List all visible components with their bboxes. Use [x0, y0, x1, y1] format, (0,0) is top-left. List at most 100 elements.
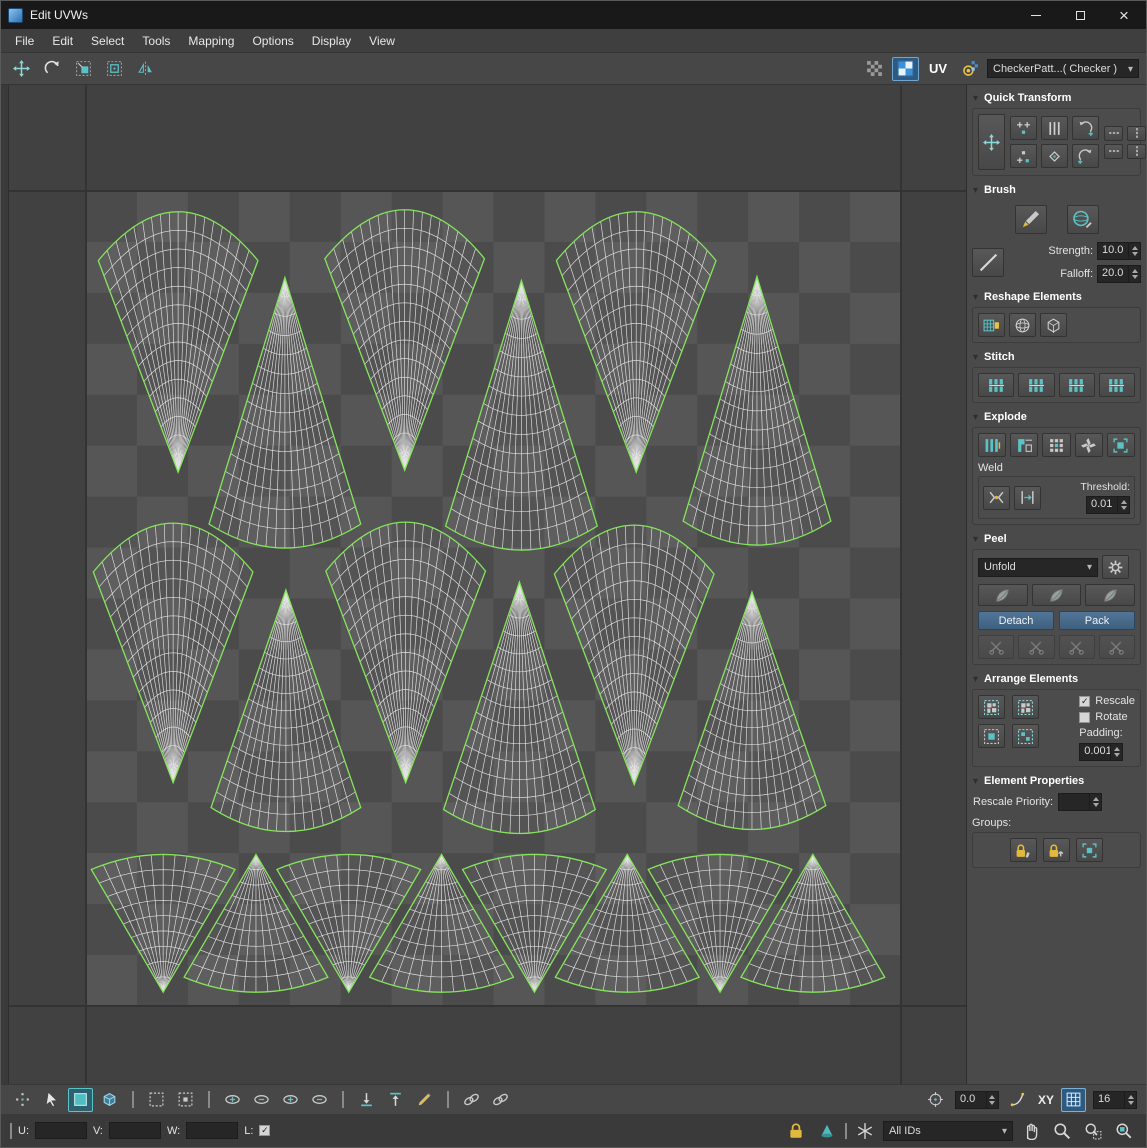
brush-header[interactable]: Brush — [972, 179, 1141, 200]
paint-brush-size-button[interactable] — [412, 1088, 437, 1112]
strength-spinner[interactable]: 10.0 — [1097, 242, 1141, 260]
uv-editor-canvas[interactable] — [9, 85, 966, 1084]
flatten-by-face-button[interactable] — [1042, 433, 1070, 457]
shrink-loop-button[interactable] — [249, 1088, 274, 1112]
reshape-elements-header[interactable]: Reshape Elements — [972, 286, 1141, 307]
rotate-checkbox[interactable] — [1079, 712, 1090, 723]
clear-seams-button[interactable] — [1099, 635, 1135, 659]
pick-texture-button[interactable] — [957, 57, 984, 81]
peel-mode-button[interactable] — [1032, 584, 1082, 606]
zoom-button[interactable] — [1049, 1118, 1075, 1144]
uv-island[interactable] — [326, 522, 486, 782]
freeform-tool-button[interactable] — [101, 57, 128, 81]
material-id-dropdown[interactable]: All IDs — [883, 1121, 1013, 1141]
select-group-button[interactable] — [1076, 838, 1103, 862]
rearrange-button[interactable] — [978, 724, 1005, 748]
rotate-cw-button[interactable] — [1072, 144, 1099, 168]
uv-island[interactable] — [325, 210, 485, 470]
falloff-curve-button[interactable] — [1006, 1088, 1031, 1112]
threshold-spinner[interactable]: 0.01 — [1086, 496, 1130, 514]
paint-select-add-button[interactable] — [354, 1088, 379, 1112]
pivot-center-button[interactable] — [923, 1088, 948, 1112]
move-selected-button[interactable] — [978, 114, 1005, 170]
element-subobject-button[interactable] — [97, 1088, 122, 1112]
relax-keep-boundaries-button[interactable] — [1009, 313, 1036, 337]
show-grid-button[interactable] — [861, 57, 888, 81]
quick-peel-button[interactable] — [978, 584, 1028, 606]
rotation-angle-spinner[interactable]: 0.0 — [955, 1091, 999, 1109]
uv-island[interactable] — [98, 212, 258, 472]
detach-button[interactable]: Detach — [978, 611, 1054, 630]
space-horizontal-button[interactable] — [1104, 126, 1123, 141]
uv-island[interactable] — [556, 212, 716, 472]
preview-button[interactable] — [814, 1118, 840, 1144]
edge-ring-select-button[interactable] — [488, 1088, 513, 1112]
flatten-custom-button[interactable] — [1107, 433, 1135, 457]
texture-dropdown[interactable]: CheckerPatt...( Checker ) — [987, 59, 1139, 78]
rescale-priority-spinner[interactable] — [1058, 793, 1102, 811]
grow-ring-button[interactable] — [278, 1088, 303, 1112]
u-field[interactable] — [35, 1122, 87, 1139]
element-properties-header[interactable]: Element Properties — [972, 770, 1141, 791]
menu-mapping[interactable]: Mapping — [179, 29, 243, 52]
straighten-selection-button[interactable] — [978, 313, 1005, 337]
freeze-button[interactable] — [852, 1118, 878, 1144]
stitch-custom-button[interactable] — [978, 373, 1014, 397]
edge-loop-select-button[interactable] — [459, 1088, 484, 1112]
uv-island[interactable] — [93, 523, 253, 782]
mirror-tool-button[interactable] — [132, 57, 159, 81]
relax-brush-button[interactable] — [1067, 205, 1099, 234]
grid-snap-button[interactable] — [1061, 1088, 1086, 1112]
pelt-map-button[interactable] — [1085, 584, 1135, 606]
lock-selection-button[interactable] — [783, 1118, 809, 1144]
arrange-elements-header[interactable]: Arrange Elements — [972, 668, 1141, 689]
menu-select[interactable]: Select — [82, 29, 133, 52]
break-by-material-button[interactable] — [1010, 433, 1038, 457]
menu-view[interactable]: View — [360, 29, 404, 52]
edit-seams-button[interactable] — [978, 635, 1014, 659]
select-element-toggle-button[interactable] — [144, 1088, 169, 1112]
uv-island[interactable] — [446, 281, 598, 550]
padding-spinner[interactable]: 0.001 — [1079, 743, 1123, 761]
shrink-ring-button[interactable] — [307, 1088, 332, 1112]
rotate-tool-button[interactable] — [39, 57, 66, 81]
align-vertical-button[interactable] — [1010, 144, 1037, 168]
menu-display[interactable]: Display — [303, 29, 360, 52]
minimize-button[interactable] — [1014, 1, 1058, 29]
space-vertical-button[interactable] — [1041, 116, 1068, 140]
lock-aspect-checkbox[interactable]: ✓ — [259, 1125, 270, 1136]
rescale-checkbox[interactable]: ✓ — [1079, 696, 1090, 707]
stitch-to-target-button[interactable] — [1099, 373, 1135, 397]
brush-falloff-type-button[interactable] — [972, 248, 1004, 277]
explode-header[interactable]: Explode — [972, 406, 1141, 427]
menu-options[interactable]: Options — [243, 29, 302, 52]
falloff-spinner[interactable]: 20.0 — [1097, 265, 1141, 283]
stitch-average-button[interactable] — [1018, 373, 1054, 397]
point-to-point-seam-button[interactable] — [1018, 635, 1054, 659]
create-group-button[interactable] — [1010, 838, 1037, 862]
uv-island[interactable] — [211, 590, 361, 832]
stitch-to-source-button[interactable] — [1059, 373, 1095, 397]
uv-island[interactable] — [554, 525, 714, 784]
weld-selected-button[interactable] — [983, 486, 1010, 510]
peel-options-button[interactable] — [1102, 555, 1129, 579]
select-cursor-button[interactable] — [39, 1088, 64, 1112]
peel-header[interactable]: Peel — [972, 528, 1141, 549]
menu-file[interactable]: File — [6, 29, 43, 52]
pack-custom-button[interactable] — [1012, 724, 1039, 748]
menu-tools[interactable]: Tools — [133, 29, 179, 52]
show-map-button[interactable] — [892, 57, 919, 81]
edge-to-seam-button[interactable] — [1059, 635, 1095, 659]
distribute-horizontal-button[interactable] — [1127, 126, 1146, 141]
w-field[interactable] — [186, 1122, 238, 1139]
close-button[interactable] — [1102, 1, 1146, 29]
weld-all-button[interactable] — [1014, 486, 1041, 510]
rotate-ccw-button[interactable] — [1072, 116, 1099, 140]
quick-transform-header[interactable]: Quick Transform — [972, 87, 1141, 108]
relax-until-flat-button[interactable] — [1040, 313, 1067, 337]
zoom-region-button[interactable] — [1080, 1118, 1106, 1144]
pan-button[interactable] — [1018, 1118, 1044, 1144]
pack-button[interactable]: Pack — [1059, 611, 1135, 630]
flatten-by-angle-button[interactable] — [1075, 433, 1103, 457]
grid-size-spinner[interactable]: 16 — [1093, 1091, 1137, 1109]
